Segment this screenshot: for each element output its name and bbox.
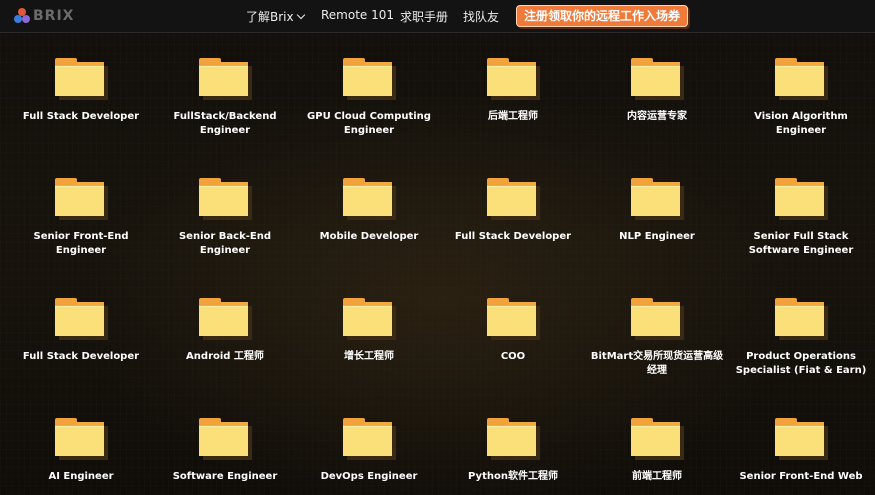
job-folder[interactable]: Senior Full Stack Software Engineer (729, 178, 873, 258)
job-folder[interactable]: Senior Front-End Web (729, 418, 873, 484)
folder-icon (487, 178, 540, 220)
job-folder[interactable]: Android 工程师 (153, 298, 297, 364)
job-folder-label: GPU Cloud Computing Engineer (307, 111, 431, 136)
folder-icon (487, 58, 540, 100)
job-folder[interactable]: Full Stack Developer (9, 58, 153, 124)
folder-icon (55, 178, 108, 220)
job-folder[interactable]: Senior Front-End Engineer (9, 178, 153, 258)
job-folder-label: 前端工程师 (632, 471, 682, 482)
job-folder-label: 增长工程师 (344, 351, 394, 362)
job-folder-label: Full Stack Developer (22, 351, 140, 362)
folder-icon (343, 178, 396, 220)
job-folder[interactable]: GPU Cloud Computing Engineer (297, 58, 441, 138)
nav-about-label: 了解Brix (246, 10, 294, 24)
folder-icon (631, 58, 684, 100)
folder-icon (343, 58, 396, 100)
folder-icon (343, 298, 396, 340)
nav-about-dropdown[interactable]: 了解Brix (246, 8, 305, 25)
folder-icon (199, 178, 252, 220)
job-folder-label: Android 工程师 (186, 351, 264, 362)
folder-icon (199, 58, 252, 100)
folder-icon (631, 298, 684, 340)
nav-find-teammates[interactable]: 找队友 (463, 8, 499, 25)
folder-icon (487, 298, 540, 340)
folder-icon (487, 418, 540, 460)
folder-icon (55, 418, 108, 460)
folder-grid: Full Stack Developer FullStack/Backend En… (0, 32, 875, 495)
job-folder-label: 内容运营专家 (627, 111, 687, 122)
job-folders-page: BRIX 了解Brix Remote 101 求职手册 找队友 注册领取你的远程… (0, 0, 875, 495)
job-folder[interactable]: COO (441, 298, 585, 364)
folder-icon (199, 298, 252, 340)
job-folder[interactable]: Full Stack Developer (9, 298, 153, 364)
job-folder[interactable]: 增长工程师 (297, 298, 441, 364)
folder-icon (199, 418, 252, 460)
folder-icon (55, 298, 108, 340)
job-folder-label: Python软件工程师 (468, 471, 558, 482)
job-folder[interactable]: 内容运营专家 (585, 58, 729, 124)
job-folder[interactable]: FullStack/Backend Engineer (153, 58, 297, 138)
job-folder[interactable]: Software Engineer (153, 418, 297, 484)
job-folder-label: Senior Front-End Web (739, 471, 863, 482)
folder-icon (775, 418, 828, 460)
job-folder[interactable]: DevOps Engineer (297, 418, 441, 484)
top-nav-bar: BRIX 了解Brix Remote 101 求职手册 找队友 注册领取你的远程… (0, 0, 875, 33)
job-folder[interactable]: BitMart交易所现货运营高级经理 (585, 298, 729, 378)
nav-remote-101[interactable]: Remote 101 (321, 8, 394, 22)
job-folder-label: Senior Front-End Engineer (33, 231, 129, 256)
job-folder[interactable]: Senior Back-End Engineer (153, 178, 297, 258)
job-folder[interactable]: AI Engineer (9, 418, 153, 484)
nav-job-handbook[interactable]: 求职手册 (400, 8, 448, 25)
chevron-down-icon (296, 10, 305, 20)
job-folder-label: Senior Back-End Engineer (178, 231, 272, 256)
folder-icon (631, 418, 684, 460)
job-folder-label: COO (500, 351, 526, 362)
job-folder-label: Full Stack Developer (454, 231, 572, 242)
job-folder[interactable]: Python软件工程师 (441, 418, 585, 484)
job-folder-label: AI Engineer (48, 471, 114, 482)
job-folder-label: Full Stack Developer (22, 111, 140, 122)
folder-icon (775, 58, 828, 100)
job-folder[interactable]: NLP Engineer (585, 178, 729, 244)
job-folder-label: DevOps Engineer (320, 471, 418, 482)
job-folder-label: Vision Algorithm Engineer (754, 111, 848, 136)
job-folder-label: Software Engineer (172, 471, 278, 482)
job-folder[interactable]: Vision Algorithm Engineer (729, 58, 873, 138)
job-folder[interactable]: Full Stack Developer (441, 178, 585, 244)
folder-icon (343, 418, 396, 460)
job-folder-label: BitMart交易所现货运营高级经理 (590, 351, 724, 376)
signup-cta-button[interactable]: 注册领取你的远程工作入场券 (516, 5, 688, 27)
job-folder[interactable]: 后端工程师 (441, 58, 585, 124)
folder-icon (775, 298, 828, 340)
job-folder-label: Product Operations Specialist (Fiat & Ea… (735, 351, 867, 376)
job-folder-label: Mobile Developer (319, 231, 419, 242)
main-nav: 了解Brix Remote 101 求职手册 找队友 (0, 0, 875, 32)
job-folder[interactable]: Product Operations Specialist (Fiat & Ea… (729, 298, 873, 378)
job-folder-label: FullStack/Backend Engineer (173, 111, 277, 136)
folder-icon (631, 178, 684, 220)
job-folder[interactable]: Mobile Developer (297, 178, 441, 244)
job-folder-label: 后端工程师 (488, 111, 538, 122)
job-folder-label: NLP Engineer (619, 231, 695, 242)
folder-icon (55, 58, 108, 100)
job-folder[interactable]: 前端工程师 (585, 418, 729, 484)
folder-icon (775, 178, 828, 220)
job-folder-label: Senior Full Stack Software Engineer (748, 231, 854, 256)
